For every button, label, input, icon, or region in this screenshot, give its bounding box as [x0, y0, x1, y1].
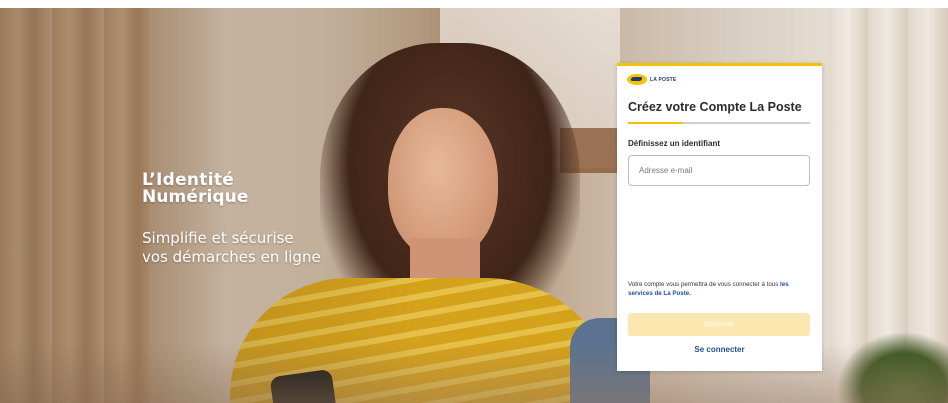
tagline-line-2: vos démarches en ligne — [142, 248, 321, 266]
progress-fill — [628, 122, 683, 124]
identite-numerique-logo: L’Identité Numérique — [142, 172, 249, 206]
info-text-body: Votre compte vous permettra de vous conn… — [628, 281, 781, 288]
progress-bar — [628, 122, 810, 124]
signup-card: LA POSTE Créez votre Compte La Poste Déf… — [617, 63, 822, 371]
page-title: Créez votre Compte La Poste — [628, 100, 802, 114]
identifier-label: Définissez un identifiant — [628, 139, 721, 148]
continue-button[interactable]: Continuer — [628, 313, 810, 336]
la-poste-logo: LA POSTE — [627, 74, 676, 85]
logo-text: LA POSTE — [650, 76, 677, 83]
la-poste-bird-icon — [627, 74, 647, 85]
hero-tagline: Simplifie et sécurise vos démarches en l… — [142, 229, 321, 267]
brand-line-2: Numérique — [142, 187, 249, 207]
info-text: Votre compte vous permettra de vous conn… — [628, 280, 814, 298]
tagline-line-1: Simplifie et sécurise — [142, 229, 294, 247]
email-input[interactable] — [628, 155, 810, 186]
login-link[interactable]: Se connecter — [617, 345, 822, 354]
